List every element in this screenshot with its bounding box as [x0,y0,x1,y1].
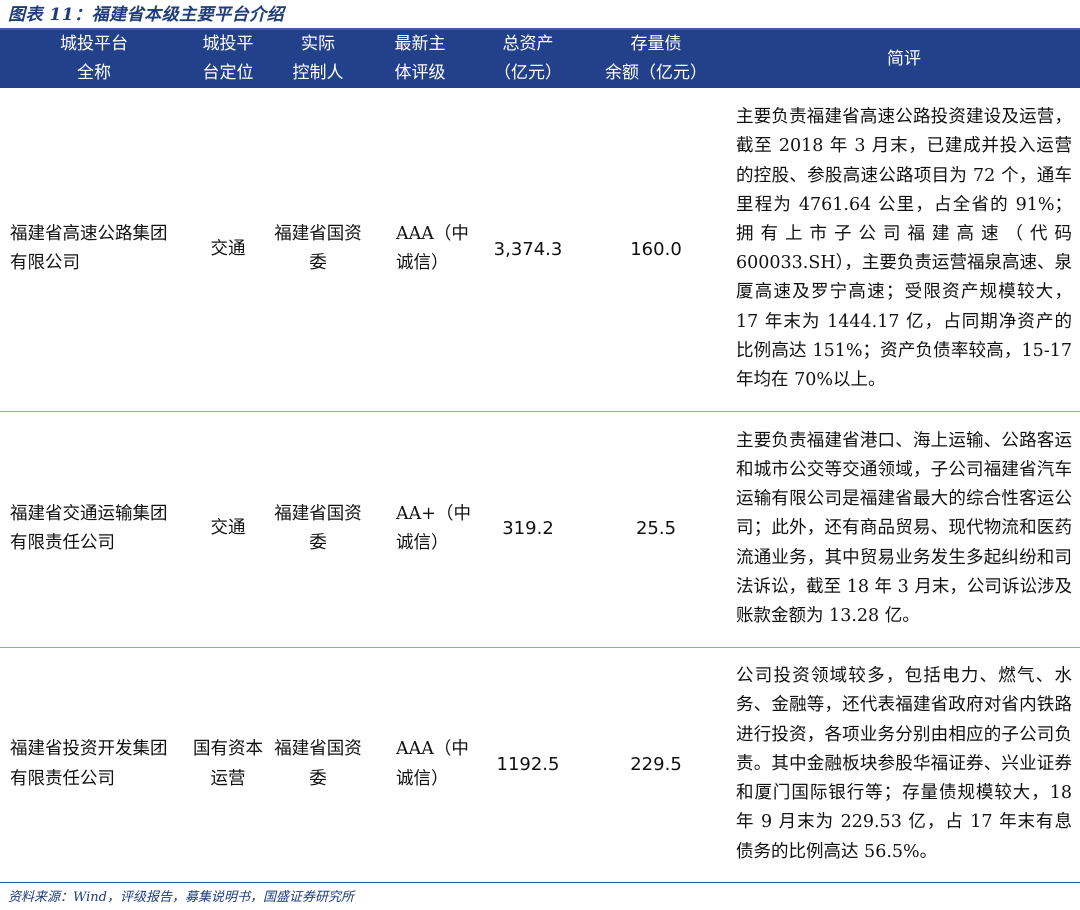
table-header-row: 城投平台 全称 城投平 台定位 实际 控制人 最新主 体评级 总资产 （亿元） … [0,30,1080,88]
cell-rating: AAA（中诚信） [368,647,472,883]
header-controller: 实际 控制人 [268,30,368,88]
cell-controller: 福建省国资委 [268,647,368,883]
header-total-assets: 总资产 （亿元） [472,30,584,88]
cell-platform-name: 福建省高速公路集团有限公司 [0,88,188,412]
cell-total-assets: 319.2 [472,411,584,648]
header-platform-position: 城投平 台定位 [188,30,268,88]
figure-title: 图表 11：福建省本级主要平台介绍 [8,5,285,25]
header-bond-balance: 存量债 余额（亿元） [584,30,728,88]
cell-rating: AAA（中诚信） [368,88,472,412]
cell-controller: 福建省国资委 [268,411,368,648]
cell-position: 国有资本运营 [188,647,268,883]
cell-position: 交通 [188,411,268,648]
header-rating: 最新主 体评级 [368,30,472,88]
source-divider [0,882,1080,883]
table-row: 福建省交通运输集团有限责任公司 交通 福建省国资委 AA+（中诚信） 319.2… [0,411,1080,648]
cell-comment: 公司投资领域较多，包括电力、燃气、水务、金融等，还代表福建省政府对省内铁路进行投… [728,647,1080,883]
cell-position: 交通 [188,88,268,412]
cell-total-assets: 3,374.3 [472,88,584,412]
header-comment: 简评 [728,30,1080,88]
cell-comment: 主要负责福建省港口、海上运输、公路客运和城市公交等交通领域，子公司福建省汽车运输… [728,411,1080,648]
cell-total-assets: 1192.5 [472,647,584,883]
cell-controller: 福建省国资委 [268,88,368,412]
cell-platform-name: 福建省投资开发集团有限责任公司 [0,647,188,883]
table-row: 福建省投资开发集团有限责任公司 国有资本运营 福建省国资委 AAA（中诚信） 1… [0,647,1080,883]
cell-comment: 主要负责福建省高速公路投资建设及运营，截至 2018 年 3 月末，已建成并投入… [728,88,1080,412]
cell-platform-name: 福建省交通运输集团有限责任公司 [0,411,188,648]
cell-bond-balance: 229.5 [584,647,728,883]
table-row: 福建省高速公路集团有限公司 交通 福建省国资委 AAA（中诚信） 3,374.3… [0,88,1080,412]
header-platform-name: 城投平台 全称 [0,30,188,88]
source-note: 资料来源：Wind，评级报告，募集说明书，国盛证券研究所 [8,890,354,905]
cell-bond-balance: 160.0 [584,88,728,412]
platform-table: 城投平台 全称 城投平 台定位 实际 控制人 最新主 体评级 总资产 （亿元） … [0,30,1080,883]
cell-rating: AA+（中诚信） [368,411,472,648]
cell-bond-balance: 25.5 [584,411,728,648]
